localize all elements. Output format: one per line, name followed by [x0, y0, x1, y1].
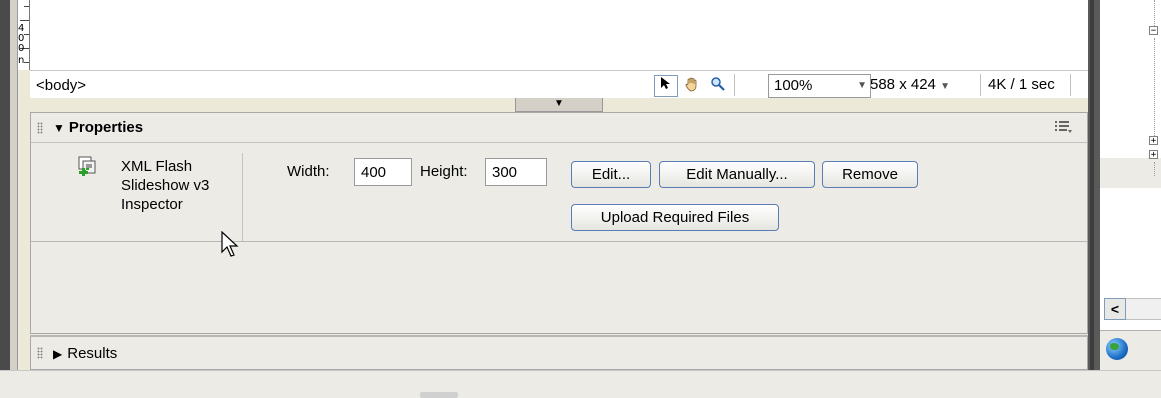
- download-size-readout: 4K / 1 sec: [988, 76, 1055, 93]
- panel-options-menu-icon[interactable]: [1055, 120, 1073, 134]
- extension-icon: [76, 155, 100, 179]
- bottom-dock: [0, 370, 1161, 398]
- remove-button[interactable]: Remove: [822, 161, 918, 188]
- upload-required-files-button[interactable]: Upload Required Files: [571, 204, 779, 231]
- globe-icon[interactable]: [1106, 338, 1128, 360]
- files-panel-band: [1100, 158, 1161, 188]
- pointer-tool-icon[interactable]: [654, 75, 678, 97]
- panel-grip-icon[interactable]: [37, 347, 43, 359]
- tag-selector-body[interactable]: <body>: [36, 77, 86, 94]
- edit-button[interactable]: Edit...: [571, 161, 651, 188]
- zoom-select[interactable]: 100% ▼: [768, 74, 871, 98]
- properties-title[interactable]: ▼ Properties: [53, 119, 143, 136]
- divider: [31, 241, 1087, 242]
- tree-expand-icon[interactable]: +: [1149, 136, 1158, 146]
- collapsed-triangle-icon: ▶: [53, 347, 63, 361]
- horizontal-scrollbar[interactable]: [1126, 298, 1161, 320]
- document-status-bar: <body> 100% ▼ 588 x 424 ▼ 4K / 1 sec: [30, 70, 1088, 98]
- mouse-cursor-icon: [221, 230, 241, 263]
- document-area[interactable]: [18, 0, 1088, 70]
- zoom-value: 100%: [774, 77, 813, 94]
- expanded-triangle-icon: ▼: [53, 121, 65, 135]
- tree-collapse-icon[interactable]: −: [1149, 26, 1158, 36]
- window-frame-left-inner: [10, 0, 18, 370]
- tree-expand-icon[interactable]: +: [1149, 150, 1158, 160]
- properties-panel: ▼ Properties XML Flash Slideshow v3 Inspe…: [30, 112, 1088, 334]
- edit-manually-button[interactable]: Edit Manually...: [659, 161, 815, 188]
- height-label: Height:: [420, 163, 468, 180]
- ruler-label: 0: [18, 43, 25, 54]
- ruler-label: n: [18, 55, 25, 66]
- width-input[interactable]: [354, 158, 412, 186]
- triangle-down-icon: ▼: [554, 98, 564, 109]
- vertical-ruler: 4 0 0 n: [18, 0, 30, 70]
- dock-grip-icon[interactable]: [420, 392, 458, 398]
- extension-name: XML Flash Slideshow v3 Inspector: [121, 158, 210, 213]
- chevron-down-icon: ▼: [940, 81, 950, 92]
- collapse-panel-tab[interactable]: ▼: [515, 98, 603, 112]
- panel-splitter-edge: [1090, 0, 1094, 370]
- hand-tool-icon[interactable]: [680, 75, 704, 97]
- properties-panel-header[interactable]: ▼ Properties: [31, 113, 1087, 143]
- window-size-select[interactable]: 588 x 424 ▼: [870, 76, 950, 93]
- window-frame-left: [0, 0, 10, 370]
- divider: [242, 153, 243, 241]
- zoom-tool-icon[interactable]: [706, 75, 730, 97]
- height-input[interactable]: [485, 158, 547, 186]
- window-size-value: 588 x 424: [870, 76, 936, 93]
- scroll-left-button[interactable]: <: [1104, 298, 1126, 320]
- chevron-down-icon: ▼: [857, 80, 867, 91]
- results-panel-header[interactable]: ▶ Results: [30, 335, 1088, 370]
- results-title[interactable]: ▶ Results: [53, 345, 117, 362]
- width-label: Width:: [287, 163, 330, 180]
- panel-grip-icon[interactable]: [37, 122, 43, 134]
